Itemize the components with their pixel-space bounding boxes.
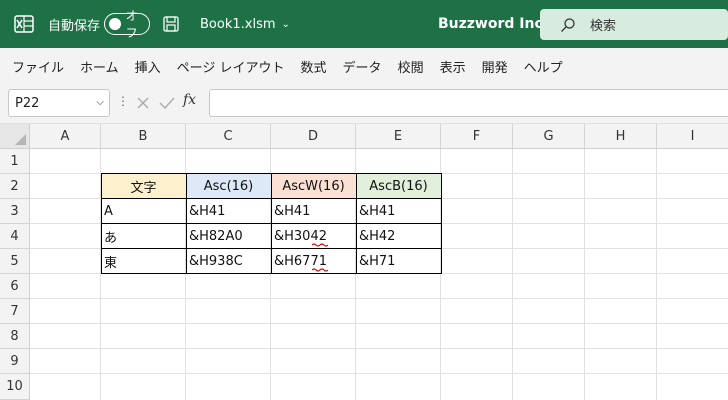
menu-help[interactable]: ヘルプ <box>516 57 571 76</box>
gridline <box>30 298 728 299</box>
gridline <box>30 373 728 374</box>
cancel-icon[interactable] <box>133 93 153 113</box>
table-border <box>101 248 442 249</box>
table-border <box>101 223 442 224</box>
row-header-9[interactable]: 9 <box>0 349 30 374</box>
gridline <box>584 149 585 400</box>
row-header-5[interactable]: 5 <box>0 249 30 274</box>
row-header-8[interactable]: 8 <box>0 324 30 349</box>
menu-review[interactable]: 校閲 <box>390 57 432 76</box>
ribbon-menu-bar: ファイル ホーム 挿入 ページ レイアウト 数式 データ 校閲 表示 開発 ヘル… <box>0 48 728 84</box>
menu-file[interactable]: ファイル <box>4 57 72 76</box>
row-header-4[interactable]: 4 <box>0 224 30 249</box>
title-bar: 自動保存 オフ Book1.xlsm ⌄ Buzzword Inc. 検索 <box>0 0 728 48</box>
file-name-dropdown[interactable]: Book1.xlsm ⌄ <box>200 0 290 48</box>
spellcheck-underline-icon <box>312 268 328 272</box>
column-header-f[interactable]: F <box>441 124 513 149</box>
menu-developer[interactable]: 開発 <box>474 57 516 76</box>
gridline <box>30 323 728 324</box>
name-box[interactable]: P22 ⌵ <box>8 89 110 117</box>
column-header-g[interactable]: G <box>513 124 585 149</box>
file-name: Book1.xlsm <box>200 16 276 32</box>
gridline <box>656 149 657 400</box>
select-all-button[interactable] <box>0 124 30 149</box>
excel-app-icon[interactable] <box>12 0 36 48</box>
menu-view[interactable]: 表示 <box>432 57 474 76</box>
gridline <box>512 149 513 400</box>
menu-formulas[interactable]: 数式 <box>293 57 335 76</box>
autosave-label: 自動保存 <box>48 18 101 34</box>
chevron-down-icon[interactable]: ⌵ <box>96 97 104 108</box>
menu-data[interactable]: データ <box>335 57 390 76</box>
menu-insert[interactable]: 挿入 <box>127 57 169 76</box>
row-header-2[interactable]: 2 <box>0 174 30 199</box>
column-header-h[interactable]: H <box>585 124 657 149</box>
spreadsheet-grid[interactable]: A B C D E F G H I 1 2 3 4 5 6 7 8 9 10 文… <box>0 124 728 400</box>
confirm-check-icon[interactable] <box>157 93 177 113</box>
search-box[interactable]: 検索 <box>540 9 728 40</box>
column-header-c[interactable]: C <box>186 124 271 149</box>
table-border <box>101 198 442 199</box>
column-header-i[interactable]: I <box>657 124 728 149</box>
more-options-icon[interactable]: ⋮ <box>117 94 129 108</box>
formula-bar: P22 ⌵ ⋮ fx <box>0 84 728 124</box>
menu-home[interactable]: ホーム <box>72 57 127 76</box>
column-header-d[interactable]: D <box>271 124 356 149</box>
row-header-6[interactable]: 6 <box>0 274 30 299</box>
gridline <box>30 348 728 349</box>
column-header-a[interactable]: A <box>30 124 101 149</box>
toggle-knob-icon <box>109 18 121 30</box>
name-box-value: P22 <box>15 95 40 111</box>
autosave-toggle[interactable]: オフ <box>104 9 150 40</box>
search-placeholder: 検索 <box>590 19 617 34</box>
row-header-1[interactable]: 1 <box>0 149 30 174</box>
search-icon <box>560 17 578 33</box>
column-header-b[interactable]: B <box>101 124 186 149</box>
formula-input[interactable] <box>209 89 728 117</box>
menu-page-layout[interactable]: ページ レイアウト <box>169 57 293 76</box>
insert-function-button[interactable]: fx <box>183 92 196 108</box>
chevron-down-icon: ⌄ <box>281 18 290 30</box>
organization-name: Buzzword Inc. <box>438 16 549 32</box>
autosave-state: オフ <box>125 9 138 40</box>
save-icon[interactable] <box>161 0 181 48</box>
row-header-3[interactable]: 3 <box>0 199 30 224</box>
row-header-7[interactable]: 7 <box>0 299 30 324</box>
column-header-e[interactable]: E <box>356 124 441 149</box>
row-header-10[interactable]: 10 <box>0 374 30 400</box>
select-all-triangle-icon <box>15 134 26 145</box>
spellcheck-underline-icon <box>312 243 328 247</box>
